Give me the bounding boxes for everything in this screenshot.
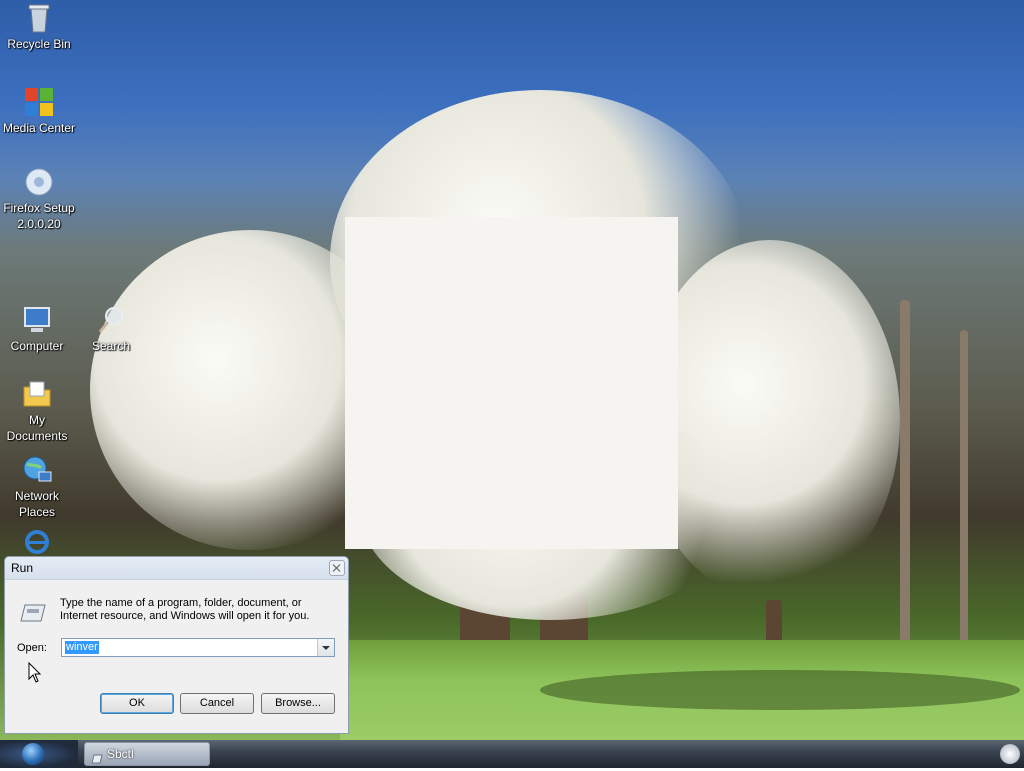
tree-trunk [960, 330, 968, 650]
desktop-icon-label: My Documents [6, 413, 68, 443]
cancel-button[interactable]: Cancel [180, 693, 254, 714]
tree-shadow [540, 670, 1020, 710]
internet-explorer-icon [21, 530, 53, 554]
ok-button[interactable]: OK [100, 693, 174, 714]
desktop-icon-label: Recycle Bin [7, 37, 71, 51]
run-task-icon [91, 749, 103, 764]
firefox-setup-icon [23, 166, 55, 198]
close-button[interactable] [329, 560, 345, 576]
blank-window-area [345, 217, 678, 549]
run-description: Type the name of a program, folder, docu… [60, 597, 310, 622]
desktop-icon-network-places[interactable]: Network Places [0, 454, 74, 520]
browse-button[interactable]: Browse... [261, 693, 335, 714]
desktop-icon-internet-explorer[interactable] [0, 530, 74, 554]
mouse-cursor-icon [28, 662, 42, 683]
desktop-icon-my-documents[interactable]: My Documents [0, 378, 74, 444]
open-input-value[interactable]: winver [65, 641, 99, 654]
computer-icon [21, 304, 53, 336]
desktop-icon-firefox-setup[interactable]: Firefox Setup 2.0.0.20 [2, 166, 76, 232]
desktop-icon-recycle-bin[interactable]: Recycle Bin [2, 2, 76, 52]
desktop-icon-label: Media Center [2, 121, 76, 135]
open-label: Open: [17, 642, 47, 654]
network-places-icon [21, 454, 53, 486]
tray-clock-icon[interactable] [1000, 744, 1020, 764]
start-button[interactable] [0, 740, 78, 768]
run-dialog: Run Type the name of a program, folder, … [4, 556, 349, 734]
search-icon [95, 304, 127, 336]
desktop-icon-label: Network Places [14, 489, 59, 519]
desktop-icon-label: Computer [10, 339, 64, 353]
run-dialog-titlebar[interactable]: Run [5, 557, 348, 580]
chevron-down-icon[interactable] [317, 639, 334, 656]
open-combobox[interactable]: winver [61, 638, 335, 657]
desktop-icon-media-center[interactable]: Media Center [2, 86, 76, 136]
my-documents-icon [21, 378, 53, 410]
media-center-icon [23, 86, 55, 118]
run-dialog-title: Run [11, 561, 34, 575]
taskbar-button-label: Sbctl [107, 747, 134, 761]
desktop-icon-search[interactable]: Search [74, 304, 148, 354]
desktop-icon-label: Search [91, 339, 131, 353]
desktop-icon-label: Firefox Setup 2.0.0.20 [3, 201, 75, 231]
taskbar: Sbctl [0, 740, 1024, 768]
run-icon [19, 601, 49, 623]
taskbar-button-sbctl[interactable]: Sbctl [84, 742, 210, 766]
desktop-icon-computer[interactable]: Computer [0, 304, 74, 354]
tree-trunk [900, 300, 910, 660]
windows-logo-icon [22, 743, 44, 765]
recycle-bin-icon [23, 2, 55, 34]
